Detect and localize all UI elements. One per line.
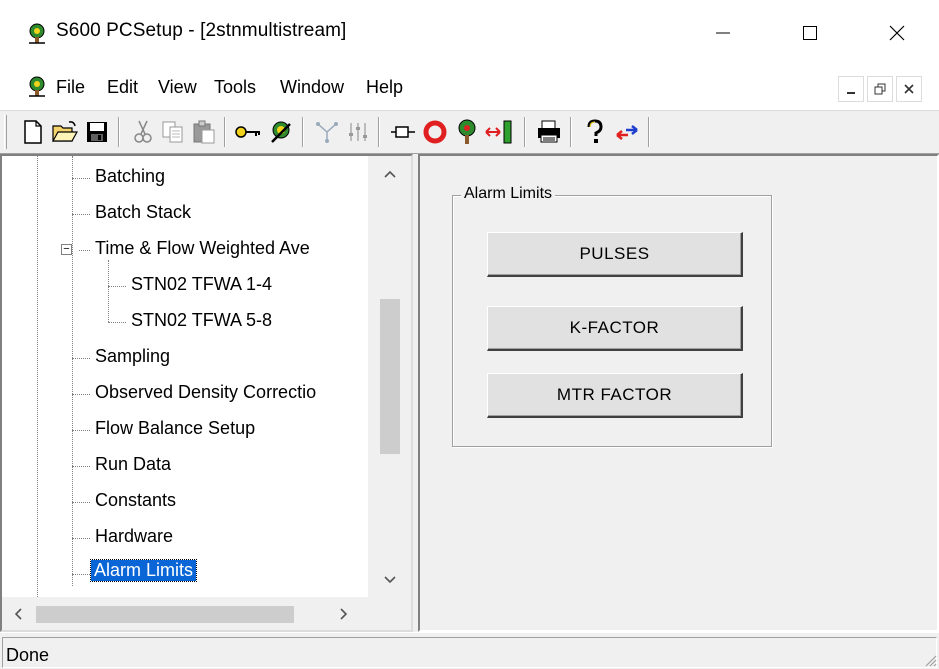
scroll-up-icon[interactable] [368, 158, 411, 190]
ring-icon[interactable] [420, 117, 450, 147]
cut-icon[interactable] [128, 117, 158, 147]
status-panel [2, 637, 937, 668]
transfer-icon[interactable] [484, 117, 514, 147]
save-icon[interactable] [82, 117, 112, 147]
tree-guide-line [72, 466, 90, 467]
scroll-left-icon[interactable] [2, 597, 34, 630]
groupbox-title: Alarm Limits [461, 185, 556, 203]
mdi-restore-button[interactable] [867, 76, 893, 102]
toolbar-separator [118, 117, 120, 147]
tree-guide-line [72, 214, 90, 215]
tree-guide-line [72, 394, 90, 395]
maximize-button[interactable] [767, 0, 853, 66]
tree-guide-line [72, 178, 90, 179]
paste-icon[interactable] [189, 117, 219, 147]
minimize-button[interactable] [680, 0, 766, 66]
tree-view[interactable]: − Batching Batch Stack Time & Flow Weigh… [0, 154, 413, 632]
horizontal-scroll-thumb[interactable] [36, 606, 294, 623]
tree-item-observed-density-correction[interactable]: Observed Density Correctio [95, 382, 316, 403]
mtr-factor-button[interactable]: MTR FACTOR [487, 373, 743, 418]
toolbar-separator [570, 117, 572, 147]
tree-guide-line [72, 156, 73, 586]
collapse-expander-icon[interactable]: − [61, 244, 72, 255]
tree-guide-line [72, 358, 90, 359]
tree-guide-line [79, 250, 90, 251]
app-icon[interactable] [26, 22, 48, 44]
tree-bug-icon[interactable] [266, 117, 296, 147]
tree-guide-line [37, 156, 38, 597]
menu-tools[interactable]: Tools [214, 77, 256, 98]
tree-guide-line [72, 430, 90, 431]
toolbar-separator [524, 117, 526, 147]
menu-help[interactable]: Help [366, 77, 403, 98]
menu-window[interactable]: Window [280, 77, 344, 98]
tree-guide-line [72, 574, 90, 575]
swap-arrows-icon[interactable] [612, 117, 642, 147]
new-file-icon[interactable] [18, 117, 48, 147]
network-icon[interactable] [312, 117, 342, 147]
tree-item-batch-stack[interactable]: Batch Stack [95, 202, 191, 223]
tree-item-flow-balance-setup[interactable]: Flow Balance Setup [95, 418, 255, 439]
component-icon[interactable] [388, 117, 418, 147]
toolbar-separator [302, 117, 304, 147]
status-bar: Done [0, 632, 939, 669]
tree-item-stn02-tfwa-1-4[interactable]: STN02 TFWA 1-4 [131, 274, 272, 295]
tree-guide-line [72, 538, 90, 539]
sliders-icon[interactable] [343, 117, 373, 147]
tree-guide-line [72, 502, 90, 503]
tree-vertical-scrollbar[interactable] [368, 156, 411, 597]
scroll-down-icon[interactable] [368, 564, 411, 596]
mdi-close-button[interactable] [896, 76, 922, 102]
copy-icon[interactable] [158, 117, 188, 147]
close-button[interactable] [854, 0, 939, 66]
tree-item-constants[interactable]: Constants [95, 490, 176, 511]
tree-guide-line [108, 286, 126, 287]
status-text: Done [6, 645, 50, 665]
tree-item-stn02-tfwa-5-8[interactable]: STN02 TFWA 5-8 [131, 310, 272, 331]
tree-horizontal-scrollbar[interactable] [2, 597, 368, 630]
open-folder-icon[interactable] [50, 117, 80, 147]
toolbar-separator [378, 117, 380, 147]
help-icon[interactable] [580, 117, 610, 147]
key-icon[interactable] [233, 117, 263, 147]
menu-file[interactable]: File [56, 77, 85, 98]
tree-green-icon[interactable] [452, 117, 482, 147]
menu-view[interactable]: View [158, 77, 197, 98]
tree-item-run-data[interactable]: Run Data [95, 454, 171, 475]
tree-item-hardware[interactable]: Hardware [95, 526, 173, 547]
menu-edit[interactable]: Edit [107, 77, 138, 98]
tree-item-time-flow-weighted-ave[interactable]: Time & Flow Weighted Ave [95, 238, 310, 259]
scroll-corner [368, 597, 411, 630]
toolbar [0, 110, 939, 154]
alarm-limits-groupbox: Alarm Limits PULSES K-FACTOR MTR FACTOR [452, 185, 772, 447]
resize-grip-icon[interactable] [921, 651, 937, 667]
pulses-button[interactable]: PULSES [487, 232, 743, 277]
document-icon[interactable] [26, 75, 48, 97]
menu-bar: File Edit View Tools Window Help [0, 66, 939, 110]
tree-guide-line [108, 322, 126, 323]
window-title: S600 PCSetup - [2stnmultistream] [56, 20, 347, 41]
content-pane: Alarm Limits PULSES K-FACTOR MTR FACTOR [418, 154, 939, 632]
mdi-minimize-button[interactable] [838, 76, 864, 102]
k-factor-button[interactable]: K-FACTOR [487, 306, 743, 351]
tree-item-batching[interactable]: Batching [95, 166, 165, 187]
tree-guide-line [108, 260, 109, 322]
scroll-right-icon[interactable] [328, 597, 360, 630]
vertical-scroll-thumb[interactable] [380, 299, 400, 454]
title-bar: S600 PCSetup - [2stnmultistream] [0, 0, 939, 66]
toolbar-separator [648, 117, 650, 147]
toolbar-grip[interactable] [4, 115, 7, 149]
print-icon[interactable] [534, 117, 564, 147]
toolbar-separator [224, 117, 226, 147]
tree-item-alarm-limits[interactable]: Alarm Limits [89, 559, 198, 582]
tree-item-sampling[interactable]: Sampling [95, 346, 170, 367]
